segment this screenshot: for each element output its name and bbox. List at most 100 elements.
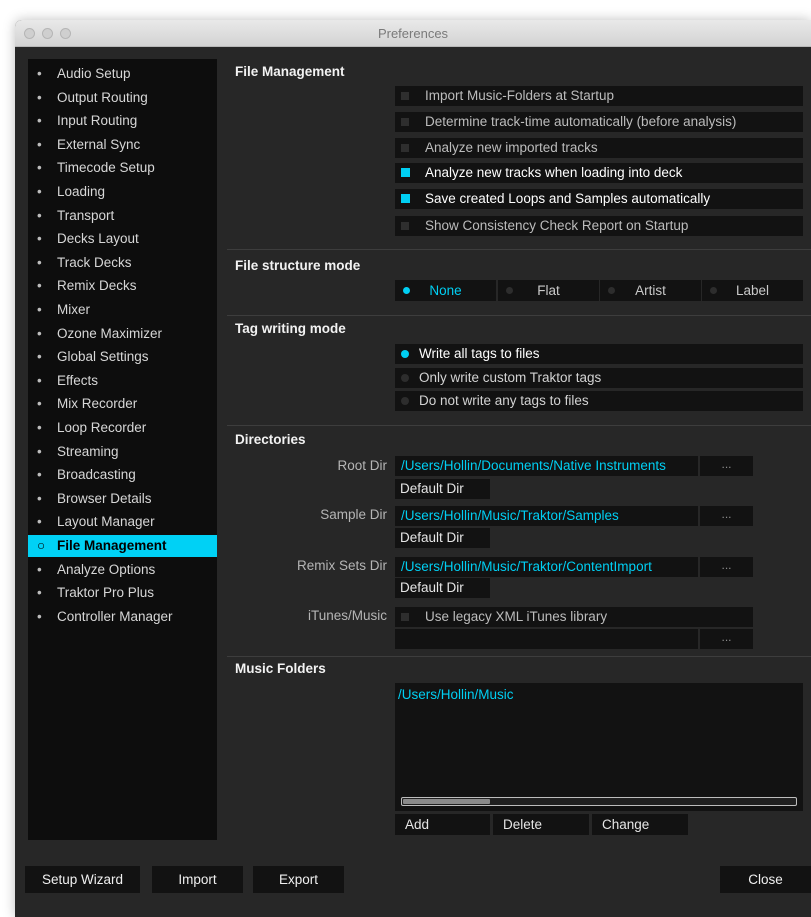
window-title: Preferences [377,26,449,41]
bullet-icon: • [37,66,42,81]
itunes-label: iTunes/Music [307,608,387,623]
checkbox[interactable] [401,222,409,230]
checkbox[interactable] [401,92,409,100]
sidebar-item-broadcasting[interactable]: • Broadcasting [28,464,217,486]
remix-dir-default-button[interactable]: Default Dir [395,578,490,598]
title-bar: Preferences [15,20,811,47]
sample-dir-field[interactable]: /Users/Hollin/Music/Traktor/Samples [395,506,698,526]
tag-option-label: Write all tags to files [419,346,540,361]
sidebar-item-file-management[interactable]: ○ File Management [28,535,217,557]
sidebar-item-loading[interactable]: • Loading [28,181,217,203]
checkbox[interactable] [401,144,409,152]
sidebar-item-external-sync[interactable]: • External Sync [28,134,217,156]
sidebar-item-ozone-maximizer[interactable]: • Ozone Maximizer [28,323,217,345]
sidebar-item-remix-decks[interactable]: • Remix Decks [28,275,217,297]
tag-write-all[interactable]: Write all tags to files [395,344,803,364]
option-import-music-folders[interactable]: Import Music-Folders at Startup [395,86,803,106]
sidebar-item-mixer[interactable]: • Mixer [28,299,217,321]
structure-artist[interactable]: Artist [600,280,701,301]
sidebar-item-loop-recorder[interactable]: • Loop Recorder [28,417,217,439]
sidebar-item-label: File Management [57,538,167,553]
sidebar-item-effects[interactable]: • Effects [28,370,217,392]
sidebar-item-input-routing[interactable]: • Input Routing [28,110,217,132]
delete-folder-button[interactable]: Delete [493,814,589,835]
music-folder-entry[interactable]: /Users/Hollin/Music [398,687,514,702]
active-bullet-icon: ○ [37,538,46,553]
sidebar-item-traktor-pro-plus[interactable]: • Traktor Pro Plus [28,582,217,604]
import-button[interactable]: Import [152,866,243,893]
add-folder-button[interactable]: Add [395,814,490,835]
remix-dir-browse-button[interactable]: ... [700,557,753,577]
sidebar-item-label: Remix Decks [57,278,137,294]
setup-wizard-button[interactable]: Setup Wizard [25,866,140,893]
radio-dot [506,287,513,294]
export-button[interactable]: Export [253,866,344,893]
sidebar-item-label: Streaming [57,443,119,459]
sidebar-item-decks-layout[interactable]: • Decks Layout [28,228,217,250]
radio-dot [401,374,409,382]
sidebar-item-label: Broadcasting [57,467,136,483]
structure-label[interactable]: Label [702,280,803,301]
sidebar-item-label: Loading [57,184,106,199]
tag-write-custom[interactable]: Only write custom Traktor tags [395,368,803,388]
sidebar-item-streaming[interactable]: • Streaming [28,441,217,463]
sidebar-item-label: Loop Recorder [57,420,147,435]
file-management-title: File Management [235,64,345,79]
sidebar-item-controller-manager[interactable]: • Controller Manager [28,606,217,628]
structure-flat[interactable]: Flat [498,280,599,301]
sidebar-item-timecode-setup[interactable]: • Timecode Setup [28,157,217,179]
bullet-icon: • [37,561,42,577]
option-determine-track-time[interactable]: Determine track-time automatically (befo… [395,112,803,132]
checkbox[interactable] [401,194,410,203]
sidebar-item-label: Mixer [57,302,90,317]
radio-dot [608,287,615,294]
horizontal-scrollbar[interactable] [401,797,797,806]
sidebar-item-label: Transport [57,207,115,223]
bullet-icon: • [37,89,42,105]
music-folders-list[interactable] [395,683,803,811]
itunes-legacy-option[interactable]: Use legacy XML iTunes library [395,607,753,627]
sidebar-item-browser-details[interactable]: • Browser Details [28,488,217,510]
bullet-icon: • [37,325,42,341]
tag-write-none[interactable]: Do not write any tags to files [395,391,803,411]
root-dir-field[interactable]: /Users/Hollin/Documents/Native Instrumen… [395,456,698,476]
sidebar-item-layout-manager[interactable]: • Layout Manager [28,511,217,533]
option-save-loops-samples[interactable]: Save created Loops and Samples automatic… [395,189,803,209]
structure-label-label: Label [735,283,770,298]
divider [227,249,811,250]
change-folder-button[interactable]: Change [592,814,688,835]
sidebar-item-track-decks[interactable]: • Track Decks [28,252,217,274]
structure-none[interactable]: None [395,280,496,301]
bullet-icon: • [37,160,42,176]
bullet-icon: • [37,231,42,247]
remix-dir-field[interactable]: /Users/Hollin/Music/Traktor/ContentImpor… [395,557,698,577]
root-dir-browse-button[interactable]: ... [700,456,753,476]
sidebar-item-label: Browser Details [57,490,152,506]
radio-dot [403,287,410,294]
sample-dir-default-button[interactable]: Default Dir [395,528,490,548]
checkbox[interactable] [401,613,409,621]
radio-dot [710,287,717,294]
sidebar-item-transport[interactable]: • Transport [28,205,217,227]
radio-dot [401,350,409,358]
checkbox[interactable] [401,118,409,126]
checkbox[interactable] [401,168,410,177]
sidebar-item-audio-setup[interactable]: • Audio Setup [28,63,217,85]
scrollbar-thumb[interactable] [403,799,490,804]
itunes-browse-button[interactable]: ... [700,629,753,649]
bullet-icon: • [37,420,42,435]
sidebar-item-mix-recorder[interactable]: • Mix Recorder [28,393,217,415]
option-label: Analyze new imported tracks [425,140,598,155]
sidebar-item-output-routing[interactable]: • Output Routing [28,87,217,109]
itunes-path-field[interactable] [395,629,698,649]
option-analyze-new-imported[interactable]: Analyze new imported tracks [395,138,803,158]
sidebar-item-global-settings[interactable]: • Global Settings [28,346,217,368]
option-analyze-on-load[interactable]: Analyze new tracks when loading into dec… [395,163,803,183]
structure-none-label: None [429,283,462,298]
close-button[interactable]: Close [720,866,811,893]
sample-dir-browse-button[interactable]: ... [700,506,753,526]
option-consistency-check[interactable]: Show Consistency Check Report on Startup [395,216,803,236]
root-dir-default-button[interactable]: Default Dir [395,479,490,499]
sidebar-item-analyze-options[interactable]: • Analyze Options [28,559,217,581]
preferences-window: Preferences • Audio Setup • Output Routing •… [15,20,811,917]
